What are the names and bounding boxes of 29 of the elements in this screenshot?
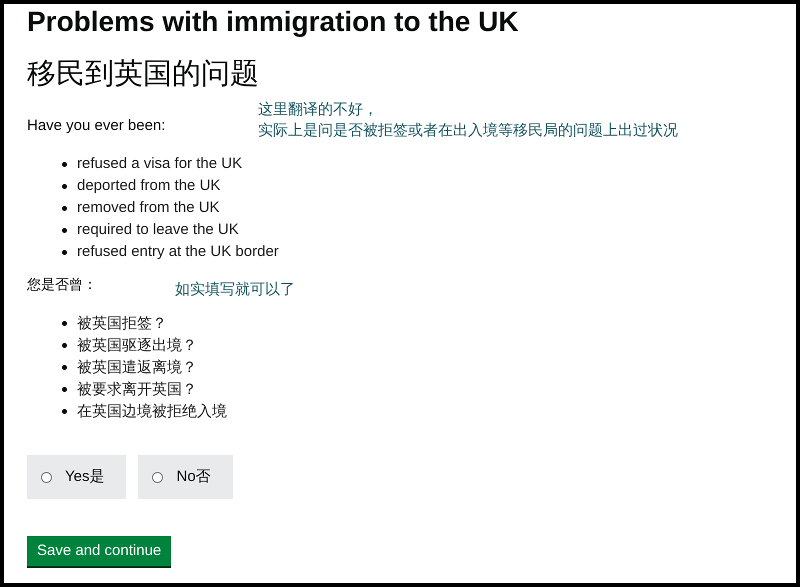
list-item: 在英国边境被拒绝入境 (77, 401, 227, 422)
list-item: 被英国驱逐出境？ (77, 335, 197, 356)
bullet-icon (62, 365, 67, 370)
bullet-icon (62, 206, 67, 211)
radio-option[interactable]: Yes是 (27, 455, 126, 499)
page-title: Problems with immigration to the UK (27, 5, 520, 39)
list-item: refused a visa for the UK (77, 154, 242, 174)
save-and-continue-button[interactable]: Save and continue (27, 536, 172, 566)
title-translation: 移民到英国的问题 (27, 55, 260, 92)
list-item: deported from the UK (77, 176, 220, 196)
list-item: removed from the UK (77, 198, 220, 218)
list-item: 被英国遣返离境？ (77, 357, 197, 378)
annotation-note: 如实填写就可以了 (175, 279, 295, 300)
bullet-icon (62, 250, 67, 255)
bullet-icon (62, 343, 67, 348)
radio-option[interactable]: No否 (138, 455, 233, 499)
bullet-icon (62, 409, 67, 414)
bullet-icon (62, 184, 67, 189)
bullet-icon (62, 321, 67, 326)
bullet-icon (62, 387, 67, 392)
bullet-icon (62, 162, 67, 167)
bullet-icon (62, 228, 67, 233)
list-item: 被要求离开英国？ (77, 379, 197, 400)
list-item: refused entry at the UK border (77, 242, 279, 262)
question-label: 您是否曾： (27, 276, 98, 295)
annotation-note: 这里翻译的不好， 实际上是问是否被拒签或者在出入境等移民局的问题上出过状况 (258, 99, 678, 141)
question-label: Have you ever been: (27, 116, 166, 136)
list-item: 被英国拒签？ (77, 313, 167, 334)
list-item: required to leave the UK (77, 220, 239, 240)
